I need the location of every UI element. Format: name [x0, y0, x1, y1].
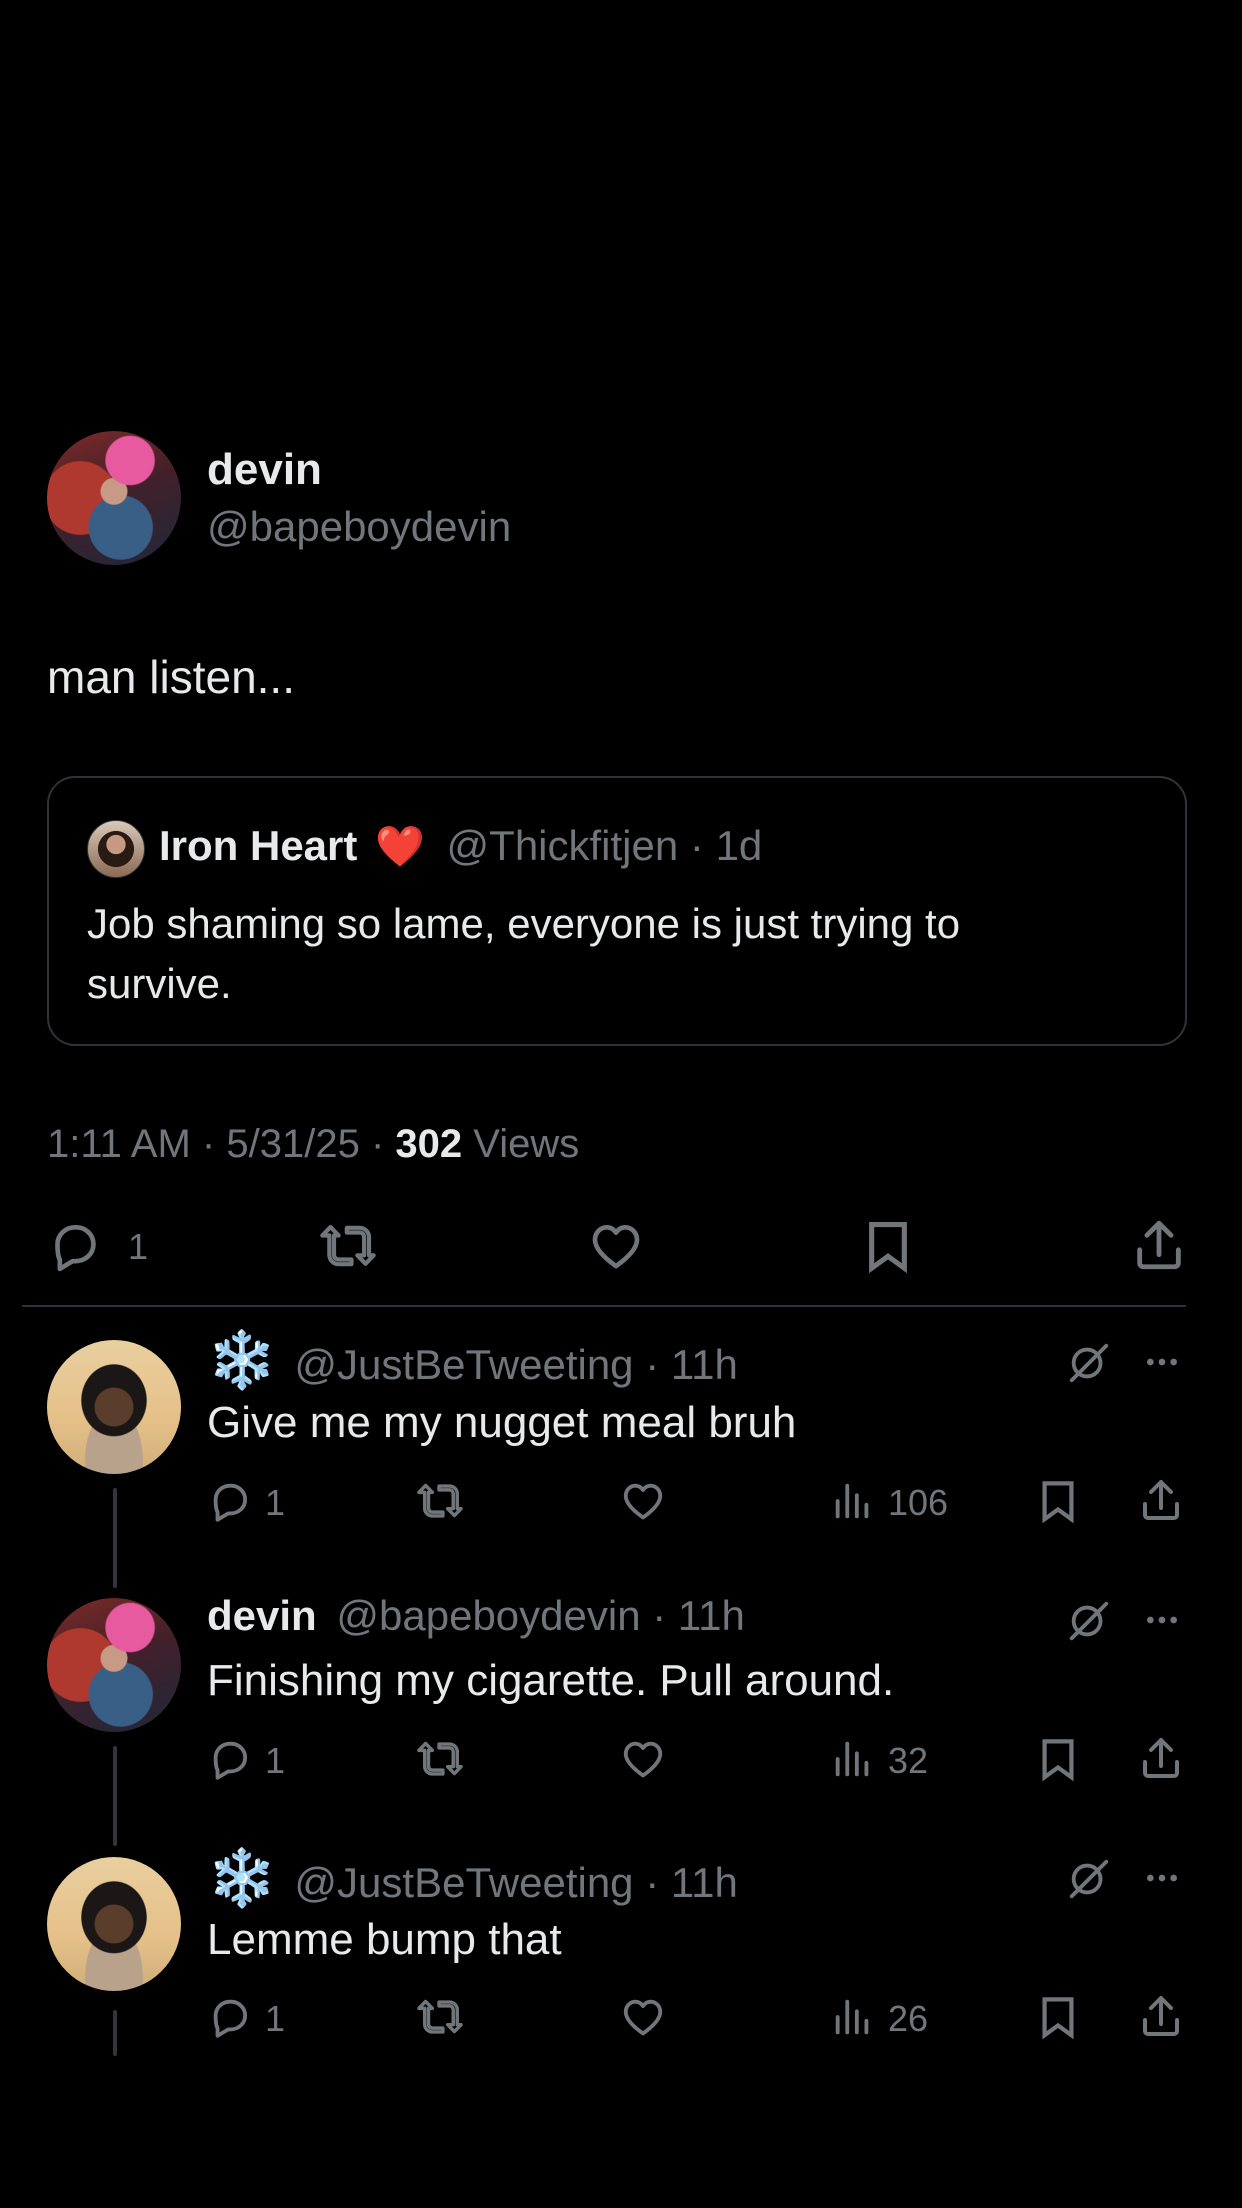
share-icon[interactable] — [1137, 1734, 1185, 1782]
reply-header: ❄️ @JustBeTweeting · 11h — [207, 1850, 738, 1907]
bookmark-icon[interactable] — [860, 1218, 916, 1274]
views-icon[interactable] — [830, 1478, 876, 1524]
like-icon[interactable] — [620, 1994, 666, 2040]
share-icon[interactable] — [1137, 1992, 1185, 2040]
more-icon[interactable] — [1140, 1342, 1184, 1382]
reply-header: ❄️ @JustBeTweeting · 11h — [207, 1332, 738, 1389]
views-count: 106 — [888, 1482, 949, 1523]
like-icon[interactable] — [620, 1736, 666, 1782]
avatar[interactable] — [47, 1598, 181, 1732]
post-text: man listen... — [47, 651, 295, 703]
grok-icon[interactable] — [1066, 1598, 1112, 1644]
reply-age: 11h — [670, 1859, 738, 1906]
reply-count: 1 — [128, 1226, 149, 1267]
reply-icon[interactable] — [47, 1218, 103, 1274]
quote-author-name: Iron Heart — [159, 822, 358, 869]
post-date: 5/31/25 — [226, 1122, 360, 1166]
repost-icon[interactable] — [415, 1736, 465, 1782]
repost-icon[interactable] — [415, 1478, 465, 1524]
separator: · — [370, 1122, 385, 1166]
bookmark-icon[interactable] — [1035, 1994, 1081, 2040]
reply-icon[interactable] — [207, 1994, 253, 2040]
thread-line — [113, 1488, 117, 1588]
reply-age: 11h — [677, 1592, 745, 1639]
thread-line — [113, 1746, 117, 1846]
separator: · — [652, 1592, 667, 1639]
views-icon[interactable] — [830, 1736, 876, 1782]
bookmark-icon[interactable] — [1035, 1478, 1081, 1524]
quote-age: 1d — [715, 822, 763, 869]
reply-text: Lemme bump that — [207, 1915, 562, 1964]
reply-text: Give me my nugget meal bruh — [207, 1398, 797, 1447]
like-icon[interactable] — [588, 1218, 644, 1274]
quoted-post[interactable]: Iron Heart ❤️ @Thickfitjen · 1d Job sham… — [47, 776, 1187, 1046]
more-icon[interactable] — [1140, 1600, 1184, 1640]
like-icon[interactable] — [620, 1478, 666, 1524]
avatar[interactable] — [47, 431, 181, 565]
post-time: 1:11 AM — [47, 1122, 191, 1166]
reply-author-handle[interactable]: @JustBeTweeting — [294, 1859, 633, 1906]
reply-count: 1 — [265, 1482, 286, 1523]
reply-author-name[interactable]: devin — [207, 1592, 317, 1639]
reply-text: Finishing my cigarette. Pull around. — [207, 1656, 895, 1705]
views-icon[interactable] — [830, 1994, 876, 2040]
reply-count: 1 — [265, 1740, 286, 1781]
reply-author-handle[interactable]: @JustBeTweeting — [294, 1341, 633, 1388]
reply-icon[interactable] — [207, 1478, 253, 1524]
reply-count: 1 — [265, 1998, 286, 2039]
snowflake-icon: ❄️ — [207, 1328, 277, 1391]
separator: · — [645, 1341, 660, 1388]
quote-text-line: Job shaming so lame, everyone is just tr… — [87, 900, 961, 947]
views-count: 26 — [888, 1998, 929, 2039]
views-count: 32 — [888, 1740, 929, 1781]
separator: · — [645, 1859, 660, 1906]
avatar[interactable] — [47, 1340, 181, 1474]
heart-emoji-icon: ❤️ — [375, 825, 425, 869]
avatar[interactable] — [47, 1857, 181, 1991]
author-handle[interactable]: @bapeboydevin — [207, 503, 511, 551]
quote-avatar[interactable] — [87, 820, 145, 878]
bookmark-icon[interactable] — [1035, 1736, 1081, 1782]
share-icon[interactable] — [1130, 1216, 1188, 1274]
thread-line — [113, 2010, 117, 2056]
quote-author-handle: @Thickfitjen — [446, 822, 679, 869]
author-name[interactable]: devin — [207, 445, 322, 495]
post-meta: 1:11 AM · 5/31/25 · 302 Views — [47, 1122, 579, 1167]
reply-age: 11h — [670, 1341, 738, 1388]
snowflake-icon: ❄️ — [207, 1846, 277, 1909]
repost-icon[interactable] — [318, 1218, 378, 1274]
views-count[interactable]: 302 — [395, 1122, 462, 1166]
grok-icon[interactable] — [1066, 1340, 1112, 1386]
quote-text-line: survive. — [87, 960, 232, 1007]
repost-icon[interactable] — [415, 1994, 465, 2040]
reply-header: devin @bapeboydevin · 11h — [207, 1592, 745, 1640]
more-icon[interactable] — [1140, 1858, 1184, 1898]
divider — [22, 1305, 1186, 1307]
reply-author-handle[interactable]: @bapeboydevin — [336, 1592, 640, 1639]
reply-icon[interactable] — [207, 1736, 253, 1782]
separator: · — [689, 822, 704, 869]
grok-icon[interactable] — [1066, 1856, 1112, 1902]
separator: · — [201, 1122, 216, 1166]
views-label[interactable]: Views — [473, 1122, 579, 1166]
share-icon[interactable] — [1137, 1476, 1185, 1524]
